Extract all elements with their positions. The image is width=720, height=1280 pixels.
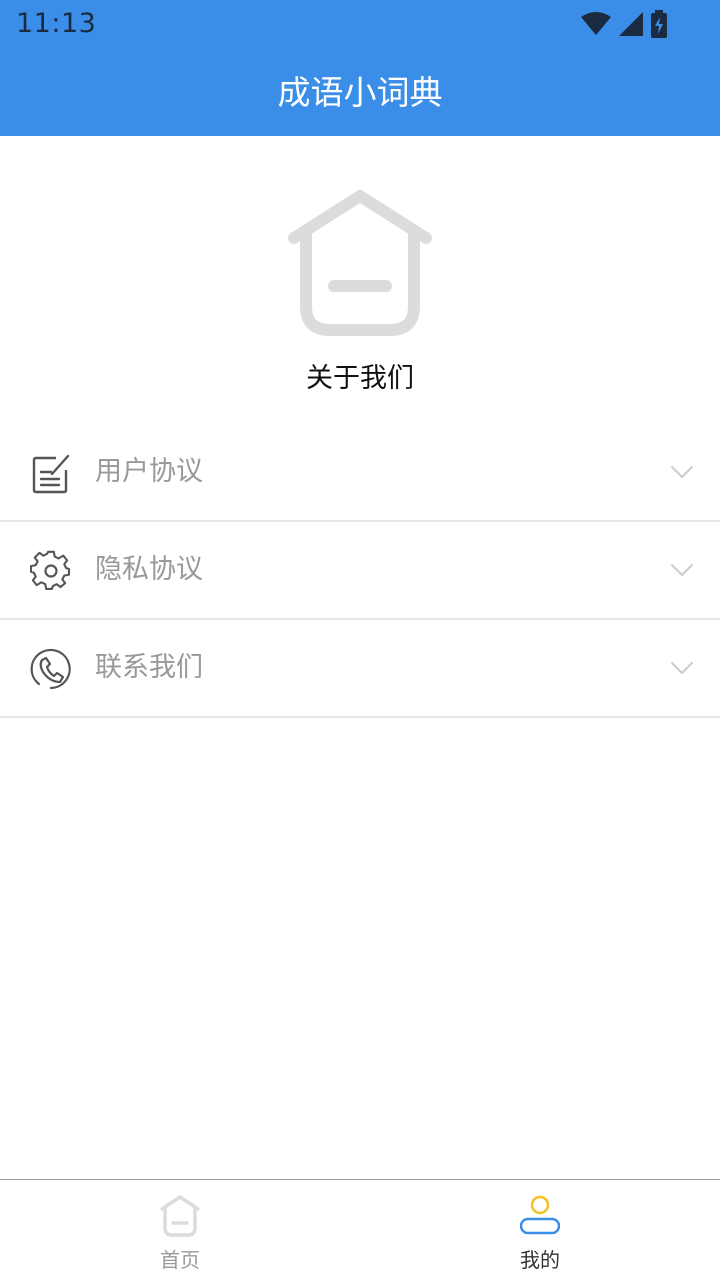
- gear-icon: [30, 550, 71, 590]
- tab-label: 首页: [160, 1248, 200, 1272]
- document-edit-icon: [32, 454, 70, 494]
- battery-charging-icon: [651, 10, 667, 38]
- menu-item-user-agreement[interactable]: 用户协议: [0, 424, 720, 522]
- tab-mine[interactable]: 我的: [360, 1180, 720, 1280]
- chevron-down-icon: [671, 662, 693, 674]
- user-icon: [520, 1195, 560, 1235]
- settings-menu: 用户协议 隐私协议 联系我们: [0, 424, 720, 718]
- home-icon: [160, 1195, 200, 1237]
- status-icons: [580, 8, 668, 40]
- phone-icon: [30, 648, 71, 690]
- bottom-tab-bar: 首页 我的: [0, 1179, 720, 1280]
- menu-item-label: 用户协议: [95, 456, 203, 487]
- chevron-down-icon: [671, 466, 693, 478]
- page-title: 成语小词典: [277, 73, 443, 112]
- status-time: 11:13: [16, 8, 97, 39]
- app-header: 11:13 成语小词典: [0, 0, 720, 136]
- home-icon: [288, 190, 432, 336]
- menu-item-label: 联系我们: [95, 652, 203, 683]
- chevron-down-icon: [671, 564, 693, 576]
- signal-icon: [619, 12, 643, 36]
- about-label: 关于我们: [306, 363, 414, 394]
- menu-item-label: 隐私协议: [95, 554, 203, 585]
- tab-home[interactable]: 首页: [0, 1180, 360, 1280]
- tab-label: 我的: [520, 1248, 560, 1272]
- about-section[interactable]: 关于我们: [0, 136, 720, 426]
- menu-item-contact-us[interactable]: 联系我们: [0, 620, 720, 718]
- wifi-icon: [581, 12, 611, 35]
- app-root: 11:13 成语小词典 关于我们 用户协议 隐私协议 联系我们 首页 我的: [0, 0, 720, 1280]
- menu-item-privacy-policy[interactable]: 隐私协议: [0, 522, 720, 620]
